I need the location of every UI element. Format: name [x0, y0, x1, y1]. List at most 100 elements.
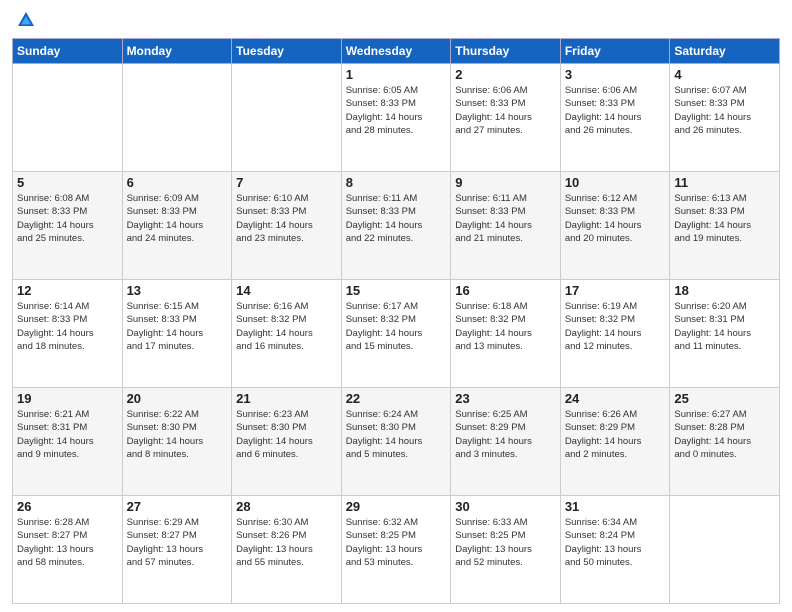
day-info: Sunrise: 6:30 AM Sunset: 8:26 PM Dayligh… [236, 516, 337, 569]
calendar-week-row: 19Sunrise: 6:21 AM Sunset: 8:31 PM Dayli… [13, 388, 780, 496]
calendar-cell: 11Sunrise: 6:13 AM Sunset: 8:33 PM Dayli… [670, 172, 780, 280]
calendar-cell: 16 Sunrise: 6:18 AM Sunset: 8:32 PM Dayli… [451, 280, 561, 388]
header [12, 10, 780, 32]
calendar-cell: 2 Sunrise: 6:06 AM Sunset: 8:33 PM Daylig… [451, 64, 561, 172]
day-info: Sunrise: 6:23 AM Sunset: 8:30 PM Dayligh… [236, 408, 337, 461]
day-info: Sunrise: 6:11 AM Sunset: 8:33 PM Dayligh… [455, 192, 556, 245]
calendar-day-header: Friday [560, 39, 670, 64]
day-info: Sunrise: 6:06 AM Sunset: 8:33 PM Dayligh… [565, 84, 666, 137]
day-info: Sunrise: 6:19 AM Sunset: 8:32 PM Dayligh… [565, 300, 666, 353]
day-info: Sunrise: 6:21 AM Sunset: 8:31 PM Dayligh… [17, 408, 118, 461]
calendar-cell [122, 64, 232, 172]
calendar-day-header: Saturday [670, 39, 780, 64]
day-number: 22 [346, 391, 447, 406]
calendar-week-row: 1Sunrise: 6:05 AM Sunset: 8:33 PM Daylig… [13, 64, 780, 172]
day-info: Sunrise: 6:10 AM Sunset: 8:33 PM Dayligh… [236, 192, 337, 245]
day-number: 12 [17, 283, 118, 298]
day-info: Sunrise: 6:07 AM Sunset: 8:33 PM Dayligh… [674, 84, 775, 137]
page: SundayMondayTuesdayWednesdayThursdayFrid… [0, 0, 792, 612]
day-number: 21 [236, 391, 337, 406]
day-number: 31 [565, 499, 666, 514]
calendar-cell: 20 Sunrise: 6:22 AM Sunset: 8:30 PM Dayli… [122, 388, 232, 496]
day-info: Sunrise: 6:29 AM Sunset: 8:27 PM Dayligh… [127, 516, 228, 569]
calendar-cell: 10Sunrise: 6:12 AM Sunset: 8:33 PM Dayli… [560, 172, 670, 280]
day-info: Sunrise: 6:26 AM Sunset: 8:29 PM Dayligh… [565, 408, 666, 461]
day-number: 6 [127, 175, 228, 190]
day-number: 13 [127, 283, 228, 298]
calendar-day-header: Sunday [13, 39, 123, 64]
day-info: Sunrise: 6:17 AM Sunset: 8:32 PM Dayligh… [346, 300, 447, 353]
day-info: Sunrise: 6:27 AM Sunset: 8:28 PM Dayligh… [674, 408, 775, 461]
logo [12, 10, 38, 32]
day-number: 5 [17, 175, 118, 190]
calendar-cell: 28 Sunrise: 6:30 AM Sunset: 8:26 PM Dayli… [232, 496, 342, 604]
calendar-cell [13, 64, 123, 172]
day-number: 9 [455, 175, 556, 190]
calendar-cell: 3 Sunrise: 6:06 AM Sunset: 8:33 PM Daylig… [560, 64, 670, 172]
calendar-cell: 17 Sunrise: 6:19 AM Sunset: 8:32 PM Dayli… [560, 280, 670, 388]
calendar-week-row: 5Sunrise: 6:08 AM Sunset: 8:33 PM Daylig… [13, 172, 780, 280]
day-number: 18 [674, 283, 775, 298]
calendar-cell: 15 Sunrise: 6:17 AM Sunset: 8:32 PM Dayli… [341, 280, 451, 388]
day-info: Sunrise: 6:33 AM Sunset: 8:25 PM Dayligh… [455, 516, 556, 569]
day-number: 28 [236, 499, 337, 514]
day-info: Sunrise: 6:25 AM Sunset: 8:29 PM Dayligh… [455, 408, 556, 461]
day-info: Sunrise: 6:20 AM Sunset: 8:31 PM Dayligh… [674, 300, 775, 353]
day-info: Sunrise: 6:16 AM Sunset: 8:32 PM Dayligh… [236, 300, 337, 353]
calendar-cell: 9 Sunrise: 6:11 AM Sunset: 8:33 PM Daylig… [451, 172, 561, 280]
calendar-cell: 14 Sunrise: 6:16 AM Sunset: 8:32 PM Dayli… [232, 280, 342, 388]
day-info: Sunrise: 6:24 AM Sunset: 8:30 PM Dayligh… [346, 408, 447, 461]
calendar-cell [232, 64, 342, 172]
day-number: 24 [565, 391, 666, 406]
day-info: Sunrise: 6:05 AM Sunset: 8:33 PM Dayligh… [346, 84, 447, 137]
calendar-day-header: Monday [122, 39, 232, 64]
calendar-cell: 13 Sunrise: 6:15 AM Sunset: 8:33 PM Dayli… [122, 280, 232, 388]
day-number: 8 [346, 175, 447, 190]
calendar-cell: 31 Sunrise: 6:34 AM Sunset: 8:24 PM Dayli… [560, 496, 670, 604]
day-info: Sunrise: 6:22 AM Sunset: 8:30 PM Dayligh… [127, 408, 228, 461]
calendar-cell: 12 Sunrise: 6:14 AM Sunset: 8:33 PM Dayli… [13, 280, 123, 388]
day-number: 16 [455, 283, 556, 298]
calendar-cell: 19Sunrise: 6:21 AM Sunset: 8:31 PM Dayli… [13, 388, 123, 496]
calendar-table: SundayMondayTuesdayWednesdayThursdayFrid… [12, 38, 780, 604]
day-info: Sunrise: 6:18 AM Sunset: 8:32 PM Dayligh… [455, 300, 556, 353]
calendar-cell: 5Sunrise: 6:08 AM Sunset: 8:33 PM Daylig… [13, 172, 123, 280]
calendar-cell: 8 Sunrise: 6:11 AM Sunset: 8:33 PM Daylig… [341, 172, 451, 280]
day-number: 7 [236, 175, 337, 190]
day-info: Sunrise: 6:34 AM Sunset: 8:24 PM Dayligh… [565, 516, 666, 569]
calendar-header-row: SundayMondayTuesdayWednesdayThursdayFrid… [13, 39, 780, 64]
calendar-week-row: 12 Sunrise: 6:14 AM Sunset: 8:33 PM Dayli… [13, 280, 780, 388]
calendar-cell: 22 Sunrise: 6:24 AM Sunset: 8:30 PM Dayli… [341, 388, 451, 496]
calendar-day-header: Wednesday [341, 39, 451, 64]
calendar-cell: 29 Sunrise: 6:32 AM Sunset: 8:25 PM Dayli… [341, 496, 451, 604]
day-info: Sunrise: 6:15 AM Sunset: 8:33 PM Dayligh… [127, 300, 228, 353]
calendar-cell: 4 Sunrise: 6:07 AM Sunset: 8:33 PM Daylig… [670, 64, 780, 172]
calendar-cell: 25 Sunrise: 6:27 AM Sunset: 8:28 PM Dayli… [670, 388, 780, 496]
day-number: 2 [455, 67, 556, 82]
day-number: 3 [565, 67, 666, 82]
calendar-week-row: 26Sunrise: 6:28 AM Sunset: 8:27 PM Dayli… [13, 496, 780, 604]
day-number: 15 [346, 283, 447, 298]
day-info: Sunrise: 6:14 AM Sunset: 8:33 PM Dayligh… [17, 300, 118, 353]
day-number: 14 [236, 283, 337, 298]
day-info: Sunrise: 6:06 AM Sunset: 8:33 PM Dayligh… [455, 84, 556, 137]
calendar-cell [670, 496, 780, 604]
day-number: 27 [127, 499, 228, 514]
day-info: Sunrise: 6:12 AM Sunset: 8:33 PM Dayligh… [565, 192, 666, 245]
calendar-cell: 24 Sunrise: 6:26 AM Sunset: 8:29 PM Dayli… [560, 388, 670, 496]
calendar-day-header: Tuesday [232, 39, 342, 64]
day-number: 4 [674, 67, 775, 82]
calendar-cell: 21 Sunrise: 6:23 AM Sunset: 8:30 PM Dayli… [232, 388, 342, 496]
calendar-day-header: Thursday [451, 39, 561, 64]
day-number: 11 [674, 175, 775, 190]
day-number: 20 [127, 391, 228, 406]
calendar-cell: 7 Sunrise: 6:10 AM Sunset: 8:33 PM Daylig… [232, 172, 342, 280]
day-info: Sunrise: 6:09 AM Sunset: 8:33 PM Dayligh… [127, 192, 228, 245]
day-number: 25 [674, 391, 775, 406]
day-number: 29 [346, 499, 447, 514]
day-info: Sunrise: 6:32 AM Sunset: 8:25 PM Dayligh… [346, 516, 447, 569]
calendar-cell: 1Sunrise: 6:05 AM Sunset: 8:33 PM Daylig… [341, 64, 451, 172]
day-number: 17 [565, 283, 666, 298]
day-info: Sunrise: 6:11 AM Sunset: 8:33 PM Dayligh… [346, 192, 447, 245]
day-info: Sunrise: 6:28 AM Sunset: 8:27 PM Dayligh… [17, 516, 118, 569]
